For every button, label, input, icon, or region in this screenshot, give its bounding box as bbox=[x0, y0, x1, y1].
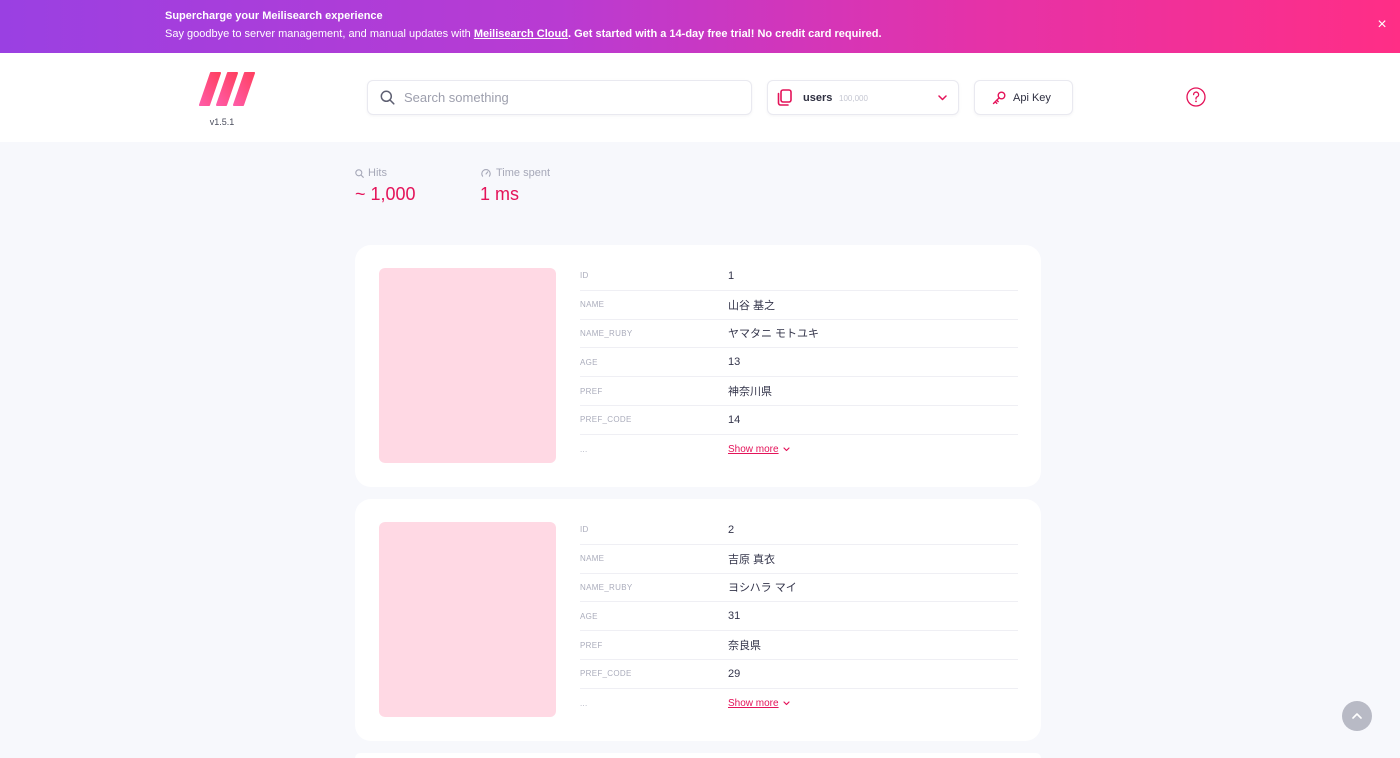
field-row-more: ... Show more bbox=[580, 689, 1018, 718]
field-value: 吉原 真衣 bbox=[728, 553, 776, 566]
banner-text: Say goodbye to server management, and ma… bbox=[165, 27, 882, 41]
field-key: ID bbox=[580, 525, 589, 535]
chevron-down-icon bbox=[782, 447, 790, 452]
field-key: ID bbox=[580, 271, 589, 281]
document-fields: ID 1 NAME 山谷 基之 NAME_RUBY ヤマタニ モトユキ AGE … bbox=[580, 262, 1018, 464]
meilisearch-logo bbox=[199, 72, 255, 106]
show-more-cell: Show more bbox=[728, 443, 1018, 455]
index-document-count: 100,000 bbox=[839, 94, 868, 103]
field-value: 14 bbox=[728, 413, 741, 426]
field-key: PREF bbox=[580, 640, 603, 650]
show-more-button[interactable]: Show more bbox=[728, 444, 790, 455]
field-key: NAME bbox=[580, 300, 605, 310]
time-spent-value: 1 ms bbox=[480, 184, 520, 204]
scroll-to-top-button[interactable] bbox=[1342, 701, 1372, 731]
api-key-label: Api Key bbox=[1013, 92, 1051, 104]
banner-text-before: Say goodbye to server management, and ma… bbox=[165, 28, 474, 40]
meilisearch-cloud-link[interactable]: Meilisearch Cloud bbox=[474, 28, 568, 40]
field-row: PREF 奈良県 bbox=[580, 631, 1018, 660]
field-row: AGE 13 bbox=[580, 348, 1018, 378]
document-card: ID 2 NAME 吉原 真衣 NAME_RUBY ヨシハラ マイ AGE 31… bbox=[355, 499, 1041, 741]
field-key: PREF bbox=[580, 386, 603, 396]
field-row: NAME 山谷 基之 bbox=[580, 291, 1018, 320]
field-value: 13 bbox=[728, 356, 741, 369]
time-spent-label-row: Time spent bbox=[480, 166, 550, 180]
gauge-icon bbox=[481, 168, 491, 178]
field-row: PREF_CODE 29 bbox=[580, 660, 1018, 689]
index-select[interactable]: users 100,000 bbox=[767, 80, 959, 115]
more-ellipsis: ... bbox=[580, 698, 588, 708]
field-value: 山谷 基之 bbox=[728, 299, 776, 312]
field-key: PREF_CODE bbox=[580, 669, 632, 679]
field-value: ヤマタニ モトユキ bbox=[728, 328, 820, 341]
hits-label: Hits bbox=[368, 167, 387, 179]
banner-title: Supercharge your Meilisearch experience bbox=[165, 10, 383, 22]
field-key: NAME bbox=[580, 554, 605, 564]
more-ellipsis: ... bbox=[580, 444, 588, 454]
field-row: NAME_RUBY ヨシハラ マイ bbox=[580, 574, 1018, 603]
field-key: AGE bbox=[580, 611, 598, 621]
field-row: ID 1 bbox=[580, 262, 1018, 291]
field-value: 2 bbox=[728, 523, 735, 536]
chevron-up-icon bbox=[1352, 713, 1362, 719]
document-image-placeholder bbox=[379, 522, 556, 717]
search-input[interactable] bbox=[368, 81, 751, 114]
promo-banner: Supercharge your Meilisearch experience … bbox=[0, 0, 1400, 53]
banner-text-after: . Get started with a 14-day free trial! … bbox=[567, 28, 882, 40]
field-row: NAME 吉原 真衣 bbox=[580, 545, 1018, 574]
index-name: users bbox=[803, 92, 833, 104]
field-value: 31 bbox=[728, 610, 741, 623]
hits-label-row: Hits bbox=[355, 166, 416, 180]
field-value: ヨシハラ マイ bbox=[728, 582, 797, 595]
time-spent-label: Time spent bbox=[496, 167, 551, 179]
show-more-label: Show more bbox=[728, 698, 779, 710]
hits-stat: Hits ~ 1,000 bbox=[355, 166, 416, 205]
field-row: ID 2 bbox=[580, 516, 1018, 545]
field-value: 1 bbox=[728, 269, 735, 282]
document-image-placeholder bbox=[379, 268, 556, 463]
chevron-down-icon bbox=[938, 95, 947, 101]
search-box bbox=[367, 80, 752, 115]
field-key: NAME_RUBY bbox=[580, 328, 633, 338]
field-row: PREF 神奈川県 bbox=[580, 377, 1018, 406]
document-card bbox=[355, 753, 1041, 758]
show-more-cell: Show more bbox=[728, 697, 1018, 709]
api-key-button[interactable]: Api Key bbox=[974, 80, 1073, 115]
header: v1.5.1 users 100,000 Api Key bbox=[0, 53, 1400, 142]
time-spent-stat: Time spent 1 ms bbox=[480, 166, 550, 205]
search-icon bbox=[355, 168, 364, 178]
field-value: 神奈川県 bbox=[728, 386, 772, 399]
close-icon[interactable]: × bbox=[1375, 17, 1389, 33]
field-value: 29 bbox=[728, 667, 741, 680]
documents-icon bbox=[777, 89, 792, 106]
hits-value: ~ 1,000 bbox=[355, 184, 416, 204]
field-key: AGE bbox=[580, 357, 598, 367]
show-more-button[interactable]: Show more bbox=[728, 698, 790, 709]
field-key: PREF_CODE bbox=[580, 415, 632, 425]
field-row-more: ... Show more bbox=[580, 435, 1018, 464]
chevron-down-icon bbox=[782, 701, 790, 706]
field-row: PREF_CODE 14 bbox=[580, 406, 1018, 435]
key-icon bbox=[992, 91, 1006, 105]
field-value: 奈良県 bbox=[728, 640, 761, 653]
field-key: NAME_RUBY bbox=[580, 582, 633, 592]
help-circle-icon[interactable] bbox=[1186, 87, 1206, 107]
show-more-label: Show more bbox=[728, 444, 779, 456]
document-card: ID 1 NAME 山谷 基之 NAME_RUBY ヤマタニ モトユキ AGE … bbox=[355, 245, 1041, 487]
field-row: NAME_RUBY ヤマタニ モトユキ bbox=[580, 320, 1018, 349]
document-fields: ID 2 NAME 吉原 真衣 NAME_RUBY ヨシハラ マイ AGE 31… bbox=[580, 516, 1018, 718]
results-list: ID 1 NAME 山谷 基之 NAME_RUBY ヤマタニ モトユキ AGE … bbox=[355, 245, 1041, 753]
field-row: AGE 31 bbox=[580, 602, 1018, 632]
version-label: v1.5.1 bbox=[209, 117, 235, 127]
